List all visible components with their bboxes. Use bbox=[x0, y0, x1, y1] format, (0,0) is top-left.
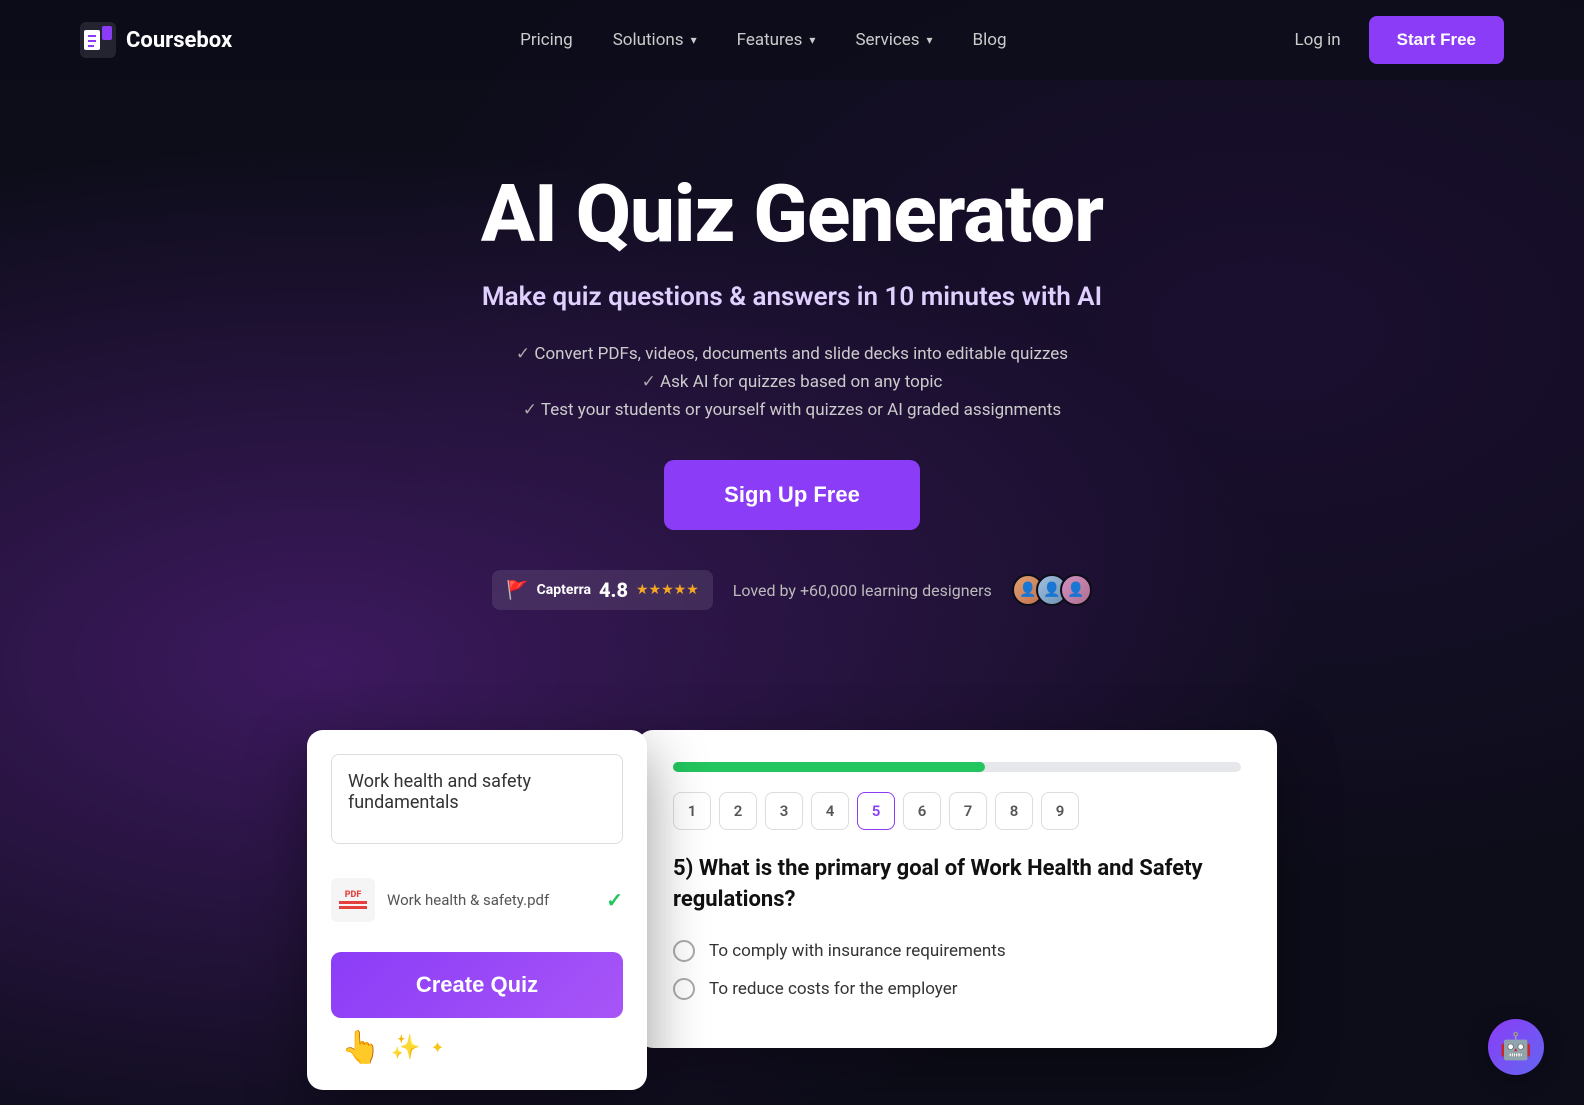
services-link[interactable]: Services ▾ bbox=[855, 30, 932, 50]
question-number-8[interactable]: 8 bbox=[995, 792, 1033, 830]
answer-option-2[interactable]: To reduce costs for the employer bbox=[673, 978, 1241, 1000]
check-icon: ✓ bbox=[606, 888, 623, 912]
pdf-icon: PDF bbox=[331, 878, 375, 922]
start-free-button[interactable]: Start Free bbox=[1369, 16, 1504, 64]
quiz-creator-card: Work health and safety fundamentals PDF … bbox=[307, 730, 647, 1090]
capterra-rating: 4.8 bbox=[599, 578, 628, 602]
avatar: 👤 bbox=[1060, 574, 1092, 606]
feature-item: Convert PDFs, videos, documents and slid… bbox=[40, 344, 1544, 364]
chevron-down-icon: ▾ bbox=[809, 33, 815, 47]
answer-text-1: To comply with insurance requirements bbox=[709, 941, 1006, 961]
radio-button-1[interactable] bbox=[673, 940, 695, 962]
question-number-4[interactable]: 4 bbox=[811, 792, 849, 830]
sparkle-icon-2: ✦ bbox=[431, 1038, 444, 1057]
nav-item-blog[interactable]: Blog bbox=[973, 30, 1007, 50]
chevron-down-icon: ▾ bbox=[927, 33, 933, 47]
capterra-stars: ★★★★★ bbox=[636, 582, 699, 598]
solutions-link[interactable]: Solutions ▾ bbox=[613, 30, 697, 50]
question-number-7[interactable]: 7 bbox=[949, 792, 987, 830]
answer-text-2: To reduce costs for the employer bbox=[709, 979, 957, 999]
demo-section: Work health and safety fundamentals PDF … bbox=[0, 730, 1584, 1090]
login-link[interactable]: Log in bbox=[1294, 30, 1340, 50]
nav-links: Pricing Solutions ▾ Features ▾ Services … bbox=[520, 30, 1006, 50]
logo-icon bbox=[80, 22, 116, 58]
social-proof: 🚩 Capterra 4.8 ★★★★★ Loved by +60,000 le… bbox=[40, 570, 1544, 610]
feature-item: Ask AI for quizzes based on any topic bbox=[40, 372, 1544, 392]
nav-item-pricing[interactable]: Pricing bbox=[520, 30, 573, 50]
logo[interactable]: Coursebox bbox=[80, 22, 232, 58]
nav-item-solutions[interactable]: Solutions ▾ bbox=[613, 30, 697, 50]
capterra-flag-icon: 🚩 bbox=[506, 580, 528, 601]
user-avatars: 👤 👤 👤 bbox=[1012, 574, 1092, 606]
question-number-6[interactable]: 6 bbox=[903, 792, 941, 830]
brand-name: Coursebox bbox=[126, 28, 232, 53]
question-number-9[interactable]: 9 bbox=[1041, 792, 1079, 830]
progress-bar-container bbox=[673, 762, 1241, 772]
hero-title: AI Quiz Generator bbox=[40, 170, 1544, 258]
chat-icon: 🤖 bbox=[1500, 1032, 1532, 1062]
navigation: Coursebox Pricing Solutions ▾ Features ▾… bbox=[0, 0, 1584, 80]
chat-bubble-button[interactable]: 🤖 bbox=[1488, 1019, 1544, 1075]
features-link[interactable]: Features ▾ bbox=[737, 30, 816, 50]
create-quiz-button[interactable]: Create Quiz bbox=[331, 952, 623, 1018]
quiz-display-card: 1 2 3 4 5 6 7 8 9 5) What is the primary… bbox=[637, 730, 1277, 1048]
nav-item-features[interactable]: Features ▾ bbox=[737, 30, 816, 50]
pdf-file-row: PDF Work health & safety.pdf ✓ bbox=[331, 868, 623, 932]
cursor-area: 👆 ✨ ✦ bbox=[331, 1028, 623, 1066]
hero-section: AI Quiz Generator Make quiz questions & … bbox=[0, 80, 1584, 730]
hero-subtitle: Make quiz questions & answers in 10 minu… bbox=[40, 282, 1544, 312]
nav-item-services[interactable]: Services ▾ bbox=[855, 30, 932, 50]
signup-free-button[interactable]: Sign Up Free bbox=[664, 460, 920, 530]
question-numbers: 1 2 3 4 5 6 7 8 9 bbox=[673, 792, 1241, 830]
question-number-5[interactable]: 5 bbox=[857, 792, 895, 830]
sparkle-icon: ✨ bbox=[391, 1033, 421, 1061]
feature-item: Test your students or yourself with quiz… bbox=[40, 400, 1544, 420]
pricing-link[interactable]: Pricing bbox=[520, 30, 573, 50]
question-number-3[interactable]: 3 bbox=[765, 792, 803, 830]
capterra-badge: 🚩 Capterra 4.8 ★★★★★ bbox=[492, 570, 713, 610]
answer-option-1[interactable]: To comply with insurance requirements bbox=[673, 940, 1241, 962]
pdf-filename: Work health & safety.pdf bbox=[387, 891, 594, 909]
hero-features: Convert PDFs, videos, documents and slid… bbox=[40, 344, 1544, 420]
capterra-label: Capterra bbox=[537, 582, 591, 598]
blog-link[interactable]: Blog bbox=[973, 30, 1007, 50]
progress-bar-fill bbox=[673, 762, 985, 772]
question-number-2[interactable]: 2 bbox=[719, 792, 757, 830]
chevron-down-icon: ▾ bbox=[691, 33, 697, 47]
quiz-topic-input[interactable]: Work health and safety fundamentals bbox=[331, 754, 623, 844]
question-text: 5) What is the primary goal of Work Heal… bbox=[673, 854, 1241, 916]
loved-text: Loved by +60,000 learning designers bbox=[733, 581, 992, 600]
nav-right: Log in Start Free bbox=[1294, 16, 1504, 64]
hand-cursor-icon: 👆 bbox=[341, 1028, 381, 1066]
radio-button-2[interactable] bbox=[673, 978, 695, 1000]
question-number-1[interactable]: 1 bbox=[673, 792, 711, 830]
